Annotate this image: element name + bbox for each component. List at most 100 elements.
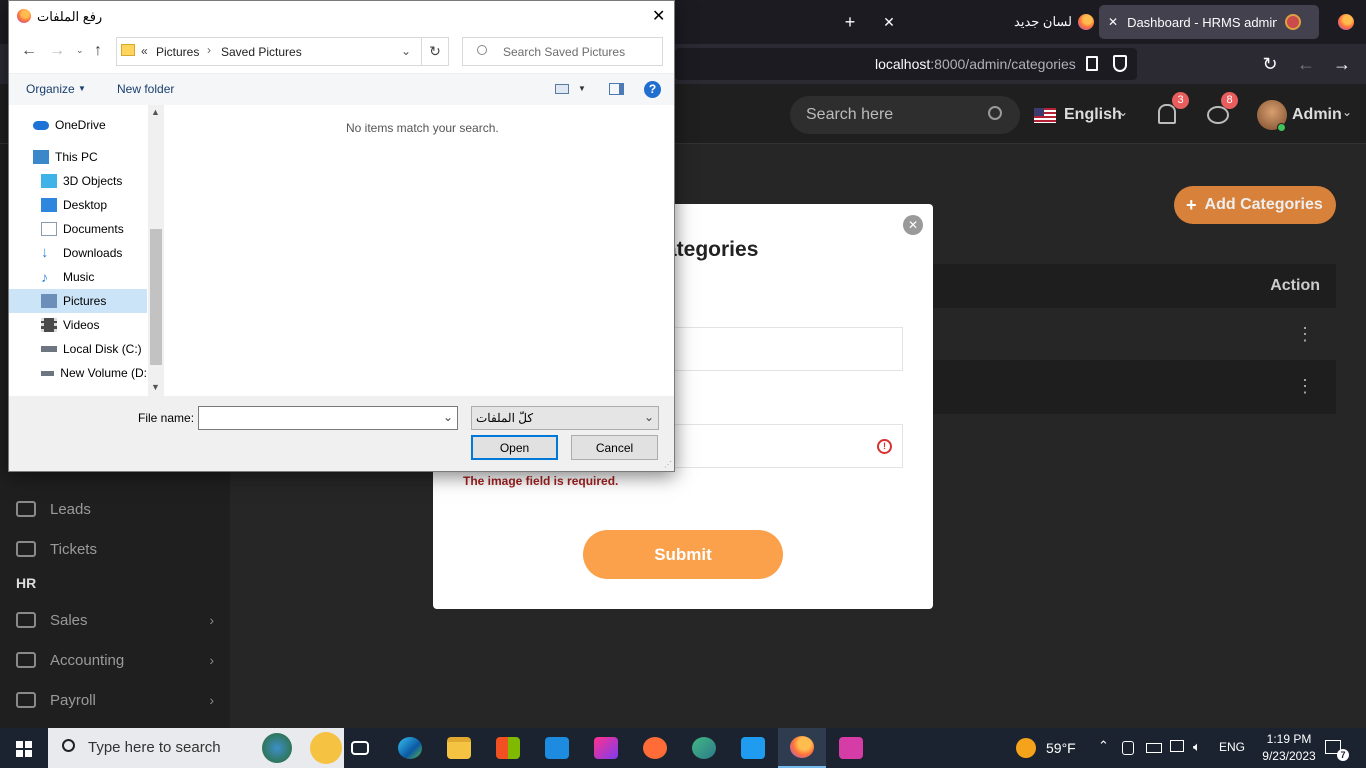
resize-grip-icon[interactable]: ⋰ [664, 460, 672, 469]
help-icon[interactable]: ? [644, 81, 661, 98]
chevron-down-icon[interactable]: ⌄ [401, 44, 411, 58]
scroll-up-icon[interactable]: ▲ [151, 107, 160, 117]
tree-item-local-disk[interactable]: Local Disk (C:) [9, 337, 147, 361]
phpstorm-icon[interactable] [582, 728, 630, 768]
tab-dashboard[interactable]: ✕ Dashboard - HRMS admin tem [1099, 5, 1319, 39]
cloud-icon [33, 120, 49, 130]
tree-item-pictures[interactable]: Pictures [9, 289, 147, 313]
sidebar-item-sales[interactable]: Sales › [0, 600, 230, 640]
tree-item-label: Local Disk (C:) [63, 342, 142, 356]
tree-item-onedrive[interactable]: OneDrive [9, 113, 147, 137]
user-menu[interactable]: Admin [1292, 106, 1342, 124]
shield-icon[interactable] [1113, 55, 1127, 72]
input-language[interactable]: ENG [1219, 740, 1245, 754]
cancel-button[interactable]: Cancel [571, 435, 658, 460]
clock-time[interactable]: 1:19 PM [1260, 732, 1318, 746]
tab-new-tab[interactable]: لسان جديد [1004, 5, 1094, 39]
add-categories-button[interactable]: + Add Categories [1174, 186, 1336, 224]
network-icon[interactable] [1170, 740, 1184, 752]
firefox-view-icon[interactable] [1338, 14, 1354, 30]
chevron-right-icon: › [209, 692, 214, 708]
sidebar-item-accounting[interactable]: Accounting › [0, 640, 230, 680]
search-box[interactable]: Search Saved Pictures [462, 37, 663, 66]
scrollbar-thumb[interactable] [150, 229, 162, 365]
refresh-button[interactable]: ↻ [422, 37, 449, 66]
tree-item-desktop[interactable]: Desktop [9, 193, 147, 217]
battery-icon[interactable] [1146, 743, 1162, 753]
tree-item-this-pc[interactable]: This PC [9, 145, 147, 169]
chevron-down-icon[interactable]: ⌄ [443, 410, 453, 424]
file-list[interactable]: No items match your search. [165, 105, 674, 396]
close-icon[interactable]: ✕ [903, 215, 923, 235]
forward-icon[interactable]: → [49, 42, 65, 60]
open-button[interactable]: Open [471, 435, 558, 460]
postman-icon[interactable] [631, 728, 679, 768]
filename-input[interactable]: ⌄ [198, 406, 458, 430]
close-icon[interactable]: ✕ [1108, 15, 1118, 29]
firefox-taskbar-icon[interactable] [778, 728, 826, 768]
taskbar-search[interactable]: Type here to search [48, 728, 344, 768]
tree-scrollbar[interactable]: ▲ ▼ [148, 105, 164, 396]
scroll-down-icon[interactable]: ▼ [151, 382, 160, 392]
tree-item-documents[interactable]: Documents [9, 217, 147, 241]
task-view-icon[interactable] [336, 728, 384, 768]
store-icon[interactable] [484, 728, 532, 768]
back-icon[interactable]: ← [21, 42, 37, 60]
chevron-down-icon[interactable]: ⌄ [76, 45, 84, 56]
language-selector[interactable]: English [1064, 106, 1122, 124]
weather-icon[interactable] [1016, 738, 1036, 758]
vue-check-icon[interactable] [680, 728, 728, 768]
tree-item-videos[interactable]: Videos [9, 313, 147, 337]
sidebar-item-leads[interactable]: Leads [0, 489, 230, 529]
search-input[interactable]: Search Saved Pictures [503, 45, 625, 59]
forward-icon[interactable]: → [1330, 52, 1354, 76]
chat-icon[interactable] [1207, 106, 1229, 124]
sidebar-item-payroll[interactable]: Payroll › [0, 680, 230, 720]
bell-icon[interactable] [1158, 104, 1176, 124]
preview-pane-icon[interactable] [609, 83, 624, 95]
breadcrumb-saved-pictures[interactable]: Saved Pictures [221, 45, 302, 59]
tree-item-new-volume[interactable]: New Volume (D: [9, 361, 147, 385]
clock-date[interactable]: 9/23/2023 [1255, 749, 1323, 763]
mail-icon[interactable] [533, 728, 581, 768]
page-icon[interactable] [1086, 56, 1098, 71]
weather-temp[interactable]: 59°F [1046, 740, 1076, 756]
search-icon[interactable] [988, 106, 1002, 120]
submit-button[interactable]: Submit [583, 530, 783, 579]
organize-menu[interactable]: Organize [26, 82, 75, 96]
header-search[interactable]: Search here [790, 96, 1020, 134]
chevron-down-icon: ⌄ [1118, 105, 1129, 119]
filetype-select[interactable]: كلّ الملفات ⌄ [471, 406, 659, 430]
reload-icon[interactable]: ↻ [1258, 52, 1282, 76]
windows-start-icon[interactable] [16, 741, 32, 757]
category-name-field[interactable] [665, 327, 903, 371]
tree-item-3d-objects[interactable]: 3D Objects [9, 169, 147, 193]
wamp-icon[interactable] [827, 728, 875, 768]
url-path: :8000/admin/categories [930, 56, 1076, 72]
url-text[interactable]: localhost:8000/admin/categories [875, 56, 1076, 72]
chevron-down-icon[interactable]: ▼ [578, 84, 586, 93]
view-icon[interactable] [555, 84, 569, 94]
back-icon[interactable]: ← [1294, 52, 1318, 76]
more-options-icon[interactable]: ⋮ [1296, 376, 1314, 397]
chevron-up-icon[interactable]: ⌃ [1098, 738, 1109, 754]
vscode-icon[interactable] [729, 728, 777, 768]
close-icon[interactable]: ✕ [652, 6, 665, 26]
taskbar-search-input[interactable]: Type here to search [88, 739, 221, 756]
network-drive-icon[interactable] [1122, 741, 1134, 755]
sidebar-item-tickets[interactable]: Tickets [0, 529, 230, 569]
file-explorer-icon[interactable] [435, 728, 483, 768]
category-image-field[interactable]: ! [665, 424, 903, 468]
search-input[interactable]: Search here [806, 106, 893, 124]
up-arrow-icon[interactable]: ↑ [94, 42, 102, 60]
address-bar[interactable]: « Pictures › Saved Pictures ⌄ [116, 37, 422, 66]
volume-icon[interactable]: 🔈︎ [1193, 739, 1201, 755]
tree-item-downloads[interactable]: ↓ Downloads [9, 241, 147, 265]
tree-item-music[interactable]: ♪ Music [9, 265, 147, 289]
new-folder-button[interactable]: New folder [117, 82, 174, 96]
more-options-icon[interactable]: ⋮ [1296, 324, 1314, 345]
close-tab-icon[interactable]: ✕ [878, 10, 900, 34]
new-tab-button[interactable]: + [838, 10, 862, 34]
edge-icon[interactable] [386, 728, 434, 768]
breadcrumb-pictures[interactable]: Pictures [156, 45, 199, 59]
